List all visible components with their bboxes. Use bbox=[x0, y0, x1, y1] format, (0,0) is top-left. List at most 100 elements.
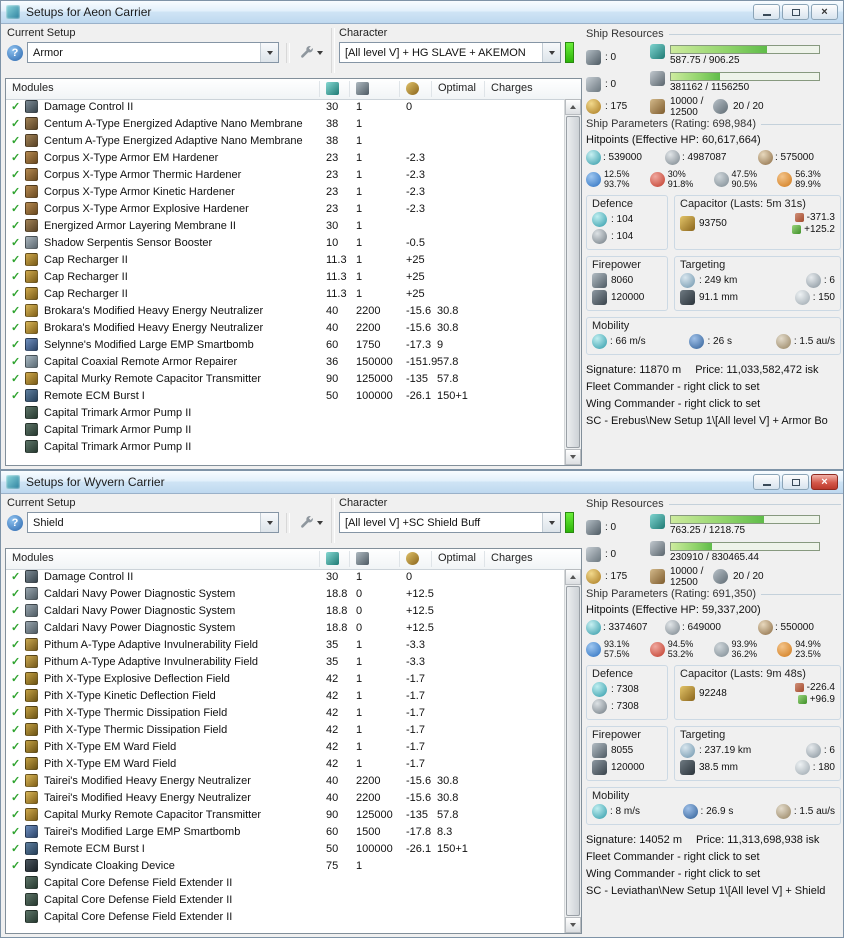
module-row[interactable]: ✓ Syndicate Cloaking Device 75 1 bbox=[6, 858, 564, 875]
modules-table-header[interactable]: Modules Optimal Charges bbox=[6, 79, 581, 100]
module-powergrid-value: 100000 bbox=[356, 390, 393, 402]
module-row[interactable]: ✓ Capital Trimark Armor Pump II bbox=[6, 439, 564, 456]
minimize-button[interactable] bbox=[753, 474, 780, 490]
module-row[interactable]: ✓ Tairei's Modified Heavy Energy Neutral… bbox=[6, 773, 564, 790]
module-row[interactable]: ✓ Cap Recharger II 11.3 1 +25 bbox=[6, 269, 564, 286]
explosive-shield-resist: 94.9% bbox=[795, 639, 821, 649]
module-row[interactable]: ✓ Remote ECM Burst I 50 100000 -26.1 150… bbox=[6, 388, 564, 405]
titlebar[interactable]: Setups for Aeon Carrier × bbox=[1, 1, 843, 24]
close-button[interactable]: × bbox=[811, 4, 838, 20]
charges-column-header[interactable]: Charges bbox=[491, 82, 533, 94]
module-row[interactable]: ✓ Centum A-Type Energized Adaptive Nano … bbox=[6, 116, 564, 133]
module-row[interactable]: ✓ Cap Recharger II 11.3 1 +25 bbox=[6, 286, 564, 303]
ship-stats-panel: Ship Resources : 0 : 0 : 175 587.75 / 90… bbox=[586, 25, 841, 467]
squad-commander-line[interactable]: SC - Erebus\New Setup 1\[All level V] + … bbox=[586, 415, 841, 427]
setup-tools-button[interactable] bbox=[297, 43, 325, 62]
module-row[interactable]: ✓ Caldari Navy Power Diagnostic System 1… bbox=[6, 620, 564, 637]
cpu-column-icon[interactable] bbox=[326, 552, 339, 565]
module-row[interactable]: ✓ Capital Core Defense Field Extender II bbox=[6, 909, 564, 926]
module-optimal-value: 57.8 bbox=[437, 373, 459, 385]
close-button[interactable]: × bbox=[811, 474, 838, 490]
squad-commander-line[interactable]: SC - Leviathan\New Setup 1\[All level V]… bbox=[586, 885, 841, 897]
scrollbar-thumb[interactable] bbox=[566, 116, 580, 448]
module-row[interactable]: ✓ Pithum A-Type Adaptive Invulnerability… bbox=[6, 637, 564, 654]
combobox-dropdown-button[interactable] bbox=[542, 43, 560, 62]
module-row[interactable]: ✓ Cap Recharger II 11.3 1 +25 bbox=[6, 252, 564, 269]
module-row[interactable]: ✓ Pith X-Type Thermic Dissipation Field … bbox=[6, 705, 564, 722]
group-divider bbox=[331, 28, 335, 73]
scroll-down-button[interactable] bbox=[565, 449, 581, 465]
module-row[interactable]: ✓ Brokara's Modified Heavy Energy Neutra… bbox=[6, 303, 564, 320]
charges-column-header[interactable]: Charges bbox=[491, 552, 533, 564]
module-row[interactable]: ✓ Remote ECM Burst I 50 100000 -26.1 150… bbox=[6, 841, 564, 858]
modules-column-header[interactable]: Modules bbox=[12, 82, 54, 94]
minimize-button[interactable] bbox=[753, 4, 780, 20]
module-name: Cap Recharger II bbox=[44, 271, 128, 283]
scroll-up-button[interactable] bbox=[565, 569, 581, 585]
cpu-column-icon[interactable] bbox=[326, 82, 339, 95]
module-name: Cap Recharger II bbox=[44, 288, 128, 300]
vertical-scrollbar[interactable] bbox=[564, 569, 581, 933]
module-row[interactable]: ✓ Pith X-Type Kinetic Deflection Field 4… bbox=[6, 688, 564, 705]
module-row[interactable]: ✓ Corpus X-Type Armor Thermic Hardener 2… bbox=[6, 167, 564, 184]
capacitor-column-icon[interactable] bbox=[406, 82, 419, 95]
modules-column-header[interactable]: Modules bbox=[12, 552, 54, 564]
combobox-dropdown-button[interactable] bbox=[260, 43, 278, 62]
optimal-column-header[interactable]: Optimal bbox=[438, 552, 476, 564]
module-icon bbox=[25, 774, 38, 787]
module-row[interactable]: ✓ Caldari Navy Power Diagnostic System 1… bbox=[6, 586, 564, 603]
fleet-commander-line[interactable]: Fleet Commander - right click to set bbox=[586, 381, 841, 393]
module-row[interactable]: ✓ Corpus X-Type Armor EM Hardener 23 1 -… bbox=[6, 150, 564, 167]
module-row[interactable]: ✓ Pith X-Type Explosive Deflection Field… bbox=[6, 671, 564, 688]
module-row[interactable]: ✓ Capital Murky Remote Capacitor Transmi… bbox=[6, 371, 564, 388]
wing-commander-line[interactable]: Wing Commander - right click to set bbox=[586, 868, 841, 880]
module-row[interactable]: ✓ Corpus X-Type Armor Kinetic Hardener 2… bbox=[6, 184, 564, 201]
module-row[interactable]: ✓ Selynne's Modified Large EMP Smartbomb… bbox=[6, 337, 564, 354]
module-row[interactable]: ✓ Caldari Navy Power Diagnostic System 1… bbox=[6, 603, 564, 620]
modules-table-header[interactable]: Modules Optimal Charges bbox=[6, 549, 581, 570]
wing-commander-line[interactable]: Wing Commander - right click to set bbox=[586, 398, 841, 410]
max-velocity-value: : 66 m/s bbox=[610, 336, 646, 347]
fleet-commander-line[interactable]: Fleet Commander - right click to set bbox=[586, 851, 841, 863]
module-row[interactable]: ✓ Centum A-Type Energized Adaptive Nano … bbox=[6, 133, 564, 150]
module-row[interactable]: ✓ Pith X-Type EM Ward Field 42 1 -1.7 bbox=[6, 756, 564, 773]
combobox-dropdown-button[interactable] bbox=[542, 513, 560, 532]
module-row[interactable]: ✓ Energized Armor Layering Membrane II 3… bbox=[6, 218, 564, 235]
module-row[interactable]: ✓ Shadow Serpentis Sensor Booster 10 1 -… bbox=[6, 235, 564, 252]
module-row[interactable]: ✓ Damage Control II 30 1 0 bbox=[6, 99, 564, 116]
module-row[interactable]: ✓ Brokara's Modified Heavy Energy Neutra… bbox=[6, 320, 564, 337]
module-row[interactable]: ✓ Tairei's Modified Heavy Energy Neutral… bbox=[6, 790, 564, 807]
module-row[interactable]: ✓ Pith X-Type Thermic Dissipation Field … bbox=[6, 722, 564, 739]
module-row[interactable]: ✓ Capital Trimark Armor Pump II bbox=[6, 422, 564, 439]
module-row[interactable]: ✓ Pithum A-Type Adaptive Invulnerability… bbox=[6, 654, 564, 671]
character-combobox[interactable]: [All level V] +SC Shield Buff bbox=[339, 512, 561, 533]
module-row[interactable]: ✓ Capital Coaxial Remote Armor Repairer … bbox=[6, 354, 564, 371]
scroll-down-button[interactable] bbox=[565, 917, 581, 933]
setup-combobox[interactable]: Shield bbox=[27, 512, 279, 533]
character-combobox-value: [All level V] +SC Shield Buff bbox=[345, 516, 481, 529]
powergrid-column-icon[interactable] bbox=[356, 82, 369, 95]
maximize-button[interactable] bbox=[782, 474, 809, 490]
module-row[interactable]: ✓ Capital Murky Remote Capacitor Transmi… bbox=[6, 807, 564, 824]
combobox-dropdown-button[interactable] bbox=[260, 513, 278, 532]
module-row[interactable]: ✓ Capital Core Defense Field Extender II bbox=[6, 875, 564, 892]
module-row[interactable]: ✓ Corpus X-Type Armor Explosive Hardener… bbox=[6, 201, 564, 218]
scrollbar-thumb[interactable] bbox=[566, 586, 580, 916]
help-icon[interactable]: ? bbox=[7, 44, 23, 61]
character-combobox[interactable]: [All level V] + HG SLAVE + AKEMON bbox=[339, 42, 561, 63]
titlebar[interactable]: Setups for Wyvern Carrier × bbox=[1, 471, 843, 494]
capacitor-column-icon[interactable] bbox=[406, 552, 419, 565]
module-row[interactable]: ✓ Capital Trimark Armor Pump II bbox=[6, 405, 564, 422]
optimal-column-header[interactable]: Optimal bbox=[438, 82, 476, 94]
vertical-scrollbar[interactable] bbox=[564, 99, 581, 465]
module-row[interactable]: ✓ Tairei's Modified Large EMP Smartbomb … bbox=[6, 824, 564, 841]
setup-combobox[interactable]: Armor bbox=[27, 42, 279, 63]
module-row[interactable]: ✓ Capital Core Defense Field Extender II bbox=[6, 892, 564, 909]
setup-tools-button[interactable] bbox=[297, 513, 325, 532]
help-icon[interactable]: ? bbox=[7, 514, 23, 531]
scroll-up-button[interactable] bbox=[565, 99, 581, 115]
powergrid-column-icon[interactable] bbox=[356, 552, 369, 565]
module-row[interactable]: ✓ Damage Control II 30 1 0 bbox=[6, 569, 564, 586]
module-row[interactable]: ✓ Pith X-Type EM Ward Field 42 1 -1.7 bbox=[6, 739, 564, 756]
maximize-button[interactable] bbox=[782, 4, 809, 20]
